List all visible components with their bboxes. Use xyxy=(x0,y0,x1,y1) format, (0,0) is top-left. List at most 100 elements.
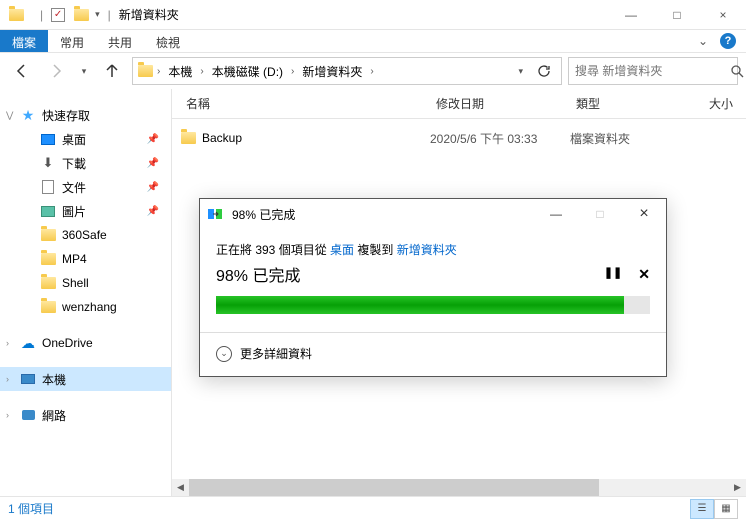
close-button[interactable]: × xyxy=(700,0,746,30)
folder-icon xyxy=(40,299,56,315)
tab-share[interactable]: 共用 xyxy=(96,30,144,52)
back-button[interactable] xyxy=(8,57,36,85)
chevron-right-icon[interactable]: › xyxy=(368,66,375,77)
sidebar-item-label: wenzhang xyxy=(62,300,117,314)
folder-icon xyxy=(180,130,196,146)
table-row[interactable]: Backup 2020/5/6 下午 03:33 檔案資料夾 xyxy=(172,127,746,149)
folder-icon xyxy=(137,63,153,79)
view-details-button[interactable]: ☰ xyxy=(690,499,714,519)
sidebar-item-this-pc[interactable]: › 本機 xyxy=(0,367,171,391)
column-name[interactable]: 名稱 xyxy=(180,95,430,112)
expand-icon[interactable]: ⋁ xyxy=(6,110,13,121)
cloud-icon: ☁ xyxy=(20,335,36,351)
scroll-thumb[interactable] xyxy=(189,479,599,496)
copy-icon xyxy=(208,207,224,221)
search-input[interactable] xyxy=(575,64,730,78)
scroll-track[interactable] xyxy=(189,479,729,496)
folder-icon xyxy=(40,227,56,243)
sidebar-item-label: 文件 xyxy=(62,179,86,196)
help-icon[interactable]: ? xyxy=(720,33,736,49)
status-bar: 1 個項目 ☰ ▦ xyxy=(0,496,746,520)
qat-properties-icon[interactable]: ✓ xyxy=(51,8,65,22)
crumb-this-pc[interactable]: 本機 xyxy=(164,61,196,82)
search-icon[interactable] xyxy=(730,64,744,78)
horizontal-scrollbar[interactable]: ◀ ▶ xyxy=(172,479,746,496)
minimize-button[interactable]: — xyxy=(608,0,654,30)
more-details-toggle[interactable]: ⌄ 更多詳細資料 xyxy=(200,333,666,376)
title-bar: | ✓ ▾ | 新增資料夾 — □ × xyxy=(0,0,746,30)
folder-icon xyxy=(40,275,56,291)
expand-icon[interactable]: › xyxy=(6,374,9,384)
forward-button[interactable] xyxy=(42,57,70,85)
pin-icon: 📌 xyxy=(147,134,159,145)
item-count: 1 個項目 xyxy=(8,500,54,517)
pause-button[interactable]: ❚❚ xyxy=(604,266,622,283)
column-headers: 名稱 修改日期 類型 大小 xyxy=(172,89,746,119)
sidebar-item-pictures[interactable]: 圖片 📌 xyxy=(0,199,171,223)
sidebar-item-folder[interactable]: 360Safe xyxy=(0,223,171,247)
address-bar: ▾ › 本機 › 本機磁碟 (D:) › 新增資料夾 › ▾ xyxy=(0,53,746,89)
dialog-close-button[interactable]: × xyxy=(622,199,666,229)
tab-home[interactable]: 常用 xyxy=(48,30,96,52)
separator: | xyxy=(40,8,43,22)
expand-icon[interactable]: › xyxy=(6,338,9,348)
destination-link[interactable]: 新增資料夾 xyxy=(397,243,457,257)
ribbon-tabs: 檔案 常用 共用 檢視 ⌄ ? xyxy=(0,30,746,53)
tab-file[interactable]: 檔案 xyxy=(0,30,48,52)
network-icon xyxy=(20,407,36,423)
ribbon-collapse-icon[interactable]: ⌄ xyxy=(690,30,716,52)
progress-fill xyxy=(216,296,624,314)
sidebar-item-folder[interactable]: Shell xyxy=(0,271,171,295)
pc-icon xyxy=(20,371,36,387)
sidebar-item-network[interactable]: › 網路 xyxy=(0,403,171,427)
chevron-right-icon[interactable]: › xyxy=(198,66,205,77)
sidebar-item-label: Shell xyxy=(62,276,89,290)
dialog-title: 98% 已完成 xyxy=(232,206,295,223)
pin-icon: 📌 xyxy=(147,158,159,169)
file-name: Backup xyxy=(202,131,242,145)
cancel-button[interactable]: ✕ xyxy=(638,266,650,283)
sidebar-item-label: 快速存取 xyxy=(42,107,90,124)
sidebar-item-folder[interactable]: wenzhang xyxy=(0,295,171,319)
maximize-button[interactable]: □ xyxy=(654,0,700,30)
column-date[interactable]: 修改日期 xyxy=(430,95,570,112)
up-button[interactable] xyxy=(98,57,126,85)
sidebar-item-label: 360Safe xyxy=(62,228,107,242)
sidebar-item-onedrive[interactable]: › ☁ OneDrive xyxy=(0,331,171,355)
sidebar-item-folder[interactable]: MP4 xyxy=(0,247,171,271)
sidebar-item-label: 圖片 xyxy=(62,203,86,220)
qat-dropdown-icon[interactable]: ▾ xyxy=(95,9,100,20)
chevron-down-icon: ⌄ xyxy=(216,346,232,362)
folder-icon xyxy=(8,7,24,23)
window-title: 新增資料夾 xyxy=(119,6,179,23)
dialog-minimize-button[interactable]: — xyxy=(534,199,578,229)
navigation-pane: ⋁ ★ 快速存取 桌面 📌 ⬇ 下載 📌 文件 📌 圖片 📌 360Safe xyxy=(0,89,172,496)
dialog-title-bar: 98% 已完成 — □ × xyxy=(200,199,666,229)
downloads-icon: ⬇ xyxy=(40,155,56,171)
sidebar-item-documents[interactable]: 文件 📌 xyxy=(0,175,171,199)
recent-locations-icon[interactable]: ▾ xyxy=(76,57,92,85)
separator: | xyxy=(108,8,111,22)
sidebar-item-label: 下載 xyxy=(62,155,86,172)
sidebar-item-quick-access[interactable]: ⋁ ★ 快速存取 xyxy=(0,103,171,127)
search-box[interactable] xyxy=(568,57,738,85)
crumb-drive[interactable]: 本機磁碟 (D:) xyxy=(208,61,287,82)
column-size[interactable]: 大小 xyxy=(660,95,746,112)
expand-icon[interactable]: › xyxy=(6,410,9,420)
crumb-folder[interactable]: 新增資料夾 xyxy=(298,61,366,82)
chevron-right-icon[interactable]: › xyxy=(155,66,162,77)
pin-icon: 📌 xyxy=(147,182,159,193)
column-type[interactable]: 類型 xyxy=(570,95,660,112)
sidebar-item-downloads[interactable]: ⬇ 下載 📌 xyxy=(0,151,171,175)
refresh-icon[interactable] xyxy=(531,64,557,78)
scroll-left-icon[interactable]: ◀ xyxy=(172,479,189,496)
dialog-maximize-button[interactable]: □ xyxy=(578,199,622,229)
source-link[interactable]: 桌面 xyxy=(330,243,354,257)
scroll-right-icon[interactable]: ▶ xyxy=(729,479,746,496)
sidebar-item-desktop[interactable]: 桌面 📌 xyxy=(0,127,171,151)
chevron-right-icon[interactable]: › xyxy=(289,66,296,77)
breadcrumb[interactable]: › 本機 › 本機磁碟 (D:) › 新增資料夾 › ▾ xyxy=(132,57,562,85)
address-dropdown-icon[interactable]: ▾ xyxy=(512,66,529,77)
view-icons-button[interactable]: ▦ xyxy=(714,499,738,519)
tab-view[interactable]: 檢視 xyxy=(144,30,192,52)
